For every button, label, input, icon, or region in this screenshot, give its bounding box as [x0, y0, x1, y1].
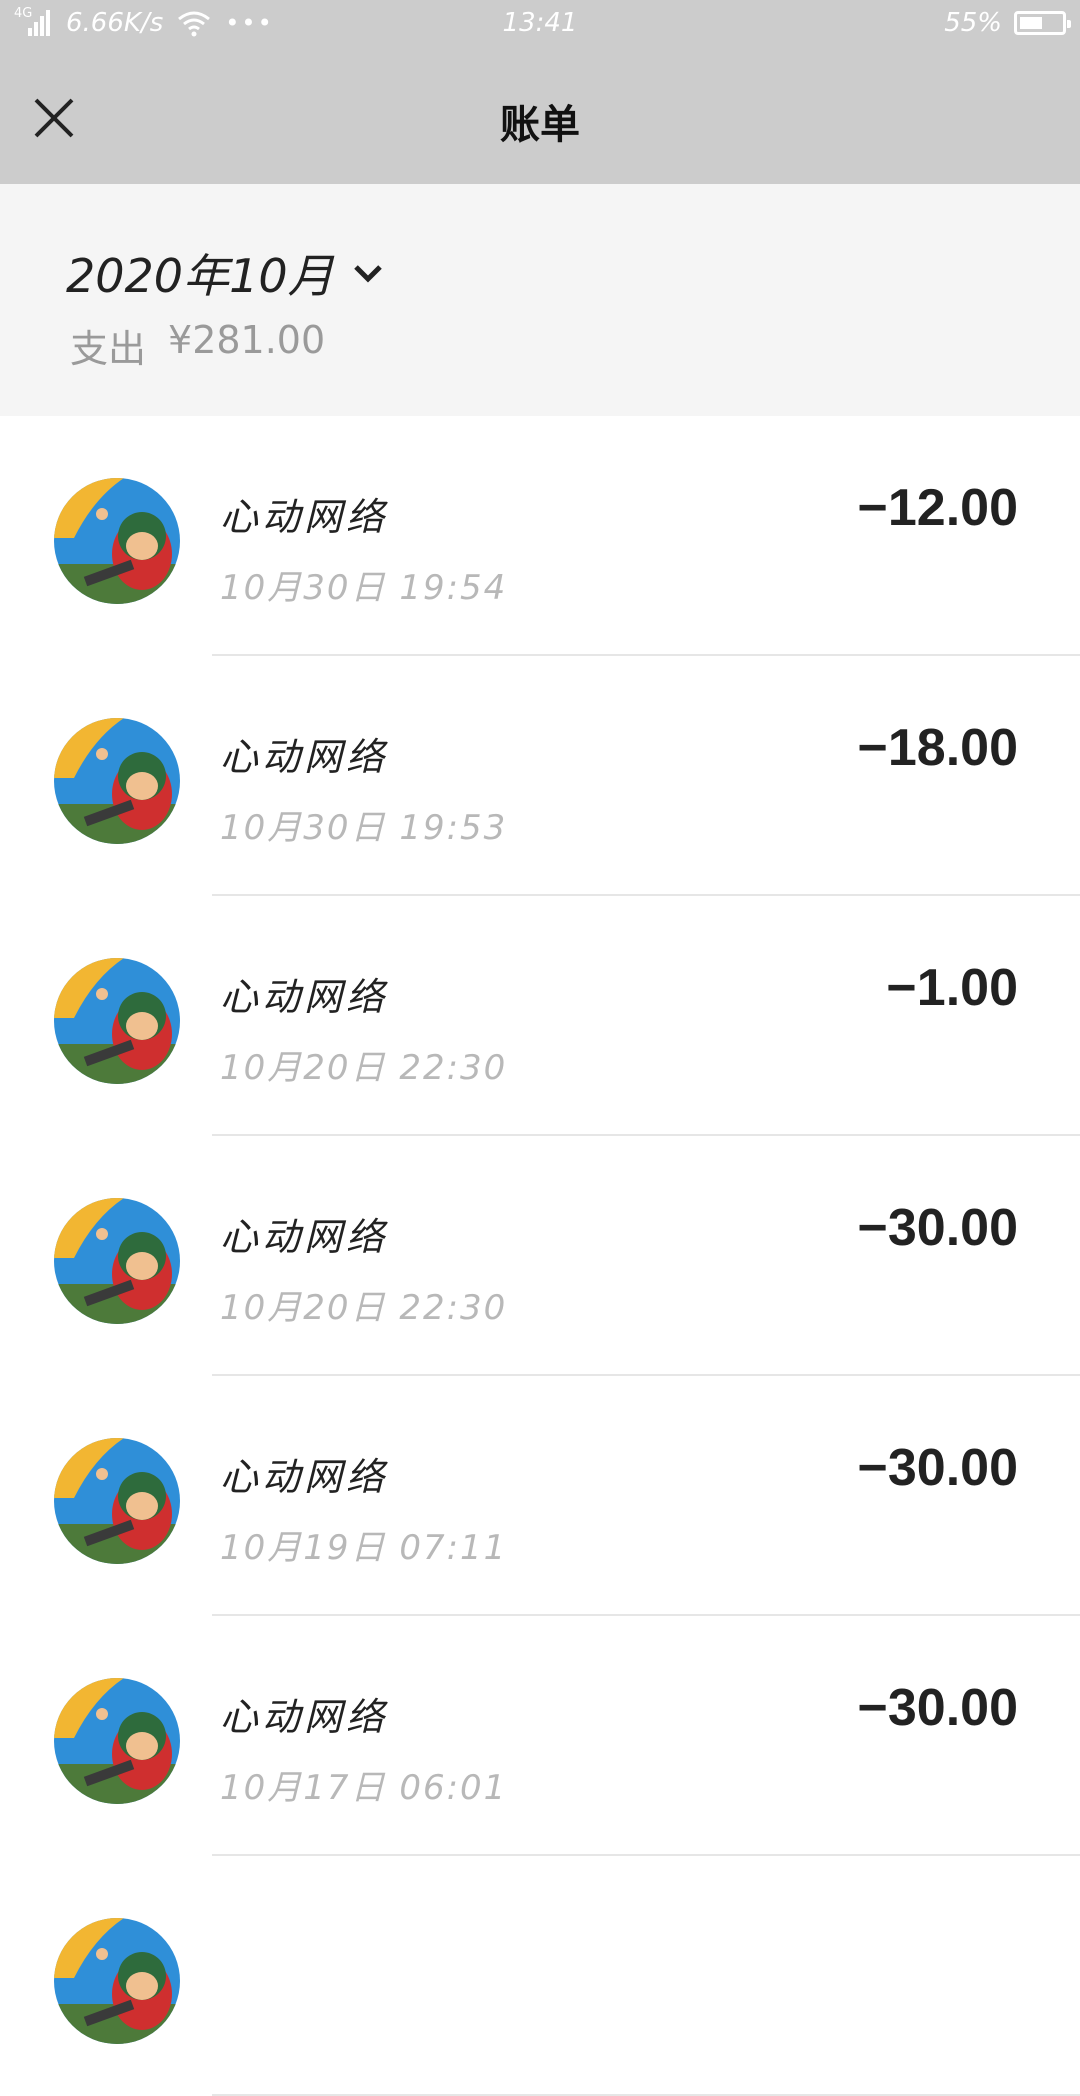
- transaction-row[interactable]: 心动网络 10月17日 06:01 −30.00: [0, 1616, 1080, 1856]
- merchant-name: 心动网络: [220, 1215, 389, 1259]
- nav-bar: 账单: [0, 52, 1080, 184]
- page-title: 账单: [500, 102, 580, 148]
- transaction-row[interactable]: 心动网络 10月20日 22:30 −30.00: [0, 1136, 1080, 1376]
- status-bar: 4G 6.66K/s ••• 13:41 55%: [0, 0, 1080, 52]
- transaction-datetime: 10月20日 22:30: [220, 1048, 508, 1088]
- battery-fill: [1020, 17, 1042, 29]
- battery-percent: 55%: [944, 8, 1002, 38]
- transaction-amount: −18.00: [857, 719, 1019, 777]
- chevron-down-icon: [353, 265, 382, 283]
- spending-summary: 支出 ¥281.00: [70, 318, 325, 373]
- transaction-list: 心动网络 10月30日 19:54 −12.00 心动网络 10月30日 19:53 −…: [0, 416, 1080, 2096]
- merchant-name: 心动网络: [220, 495, 389, 539]
- transaction-amount: −30.00: [857, 1439, 1019, 1497]
- transaction-amount: −30.00: [857, 1679, 1019, 1737]
- transaction-row[interactable]: 心动网络 10月19日 07:11 −30.00: [0, 1376, 1080, 1616]
- transaction-datetime: 10月19日 07:11: [220, 1528, 508, 1568]
- transaction-row[interactable]: 心动网络 10月30日 19:54 −12.00: [0, 416, 1080, 656]
- battery-icon: [1014, 11, 1071, 35]
- merchant-name: 心动网络: [220, 735, 389, 779]
- month-label: 2020年10月: [66, 249, 334, 303]
- transaction-row[interactable]: [0, 1856, 1080, 2096]
- spending-label: 支出: [70, 327, 147, 371]
- merchant-name: 心动网络: [220, 1455, 389, 1499]
- status-right: 55%: [944, 8, 1071, 38]
- transaction-datetime: 10月17日 06:01: [220, 1768, 508, 1808]
- month-summary: 2020年10月 支出 ¥281.00: [0, 184, 1080, 416]
- month-selector[interactable]: 2020年10月: [66, 240, 386, 306]
- merchant-name: 心动网络: [220, 1695, 389, 1739]
- transaction-datetime: 10月20日 22:30: [220, 1288, 508, 1328]
- transaction-amount: −12.00: [857, 479, 1019, 537]
- transaction-datetime: 10月30日 19:54: [220, 568, 508, 608]
- clock: 13:41: [502, 8, 578, 38]
- transaction-datetime: 10月30日 19:53: [220, 808, 508, 848]
- merchant-avatar: [54, 1198, 180, 1324]
- merchant-name: 心动网络: [220, 975, 389, 1019]
- merchant-avatar: [54, 1918, 180, 2044]
- merchant-avatar: [54, 478, 180, 604]
- merchant-avatar: [54, 1438, 180, 1564]
- merchant-avatar: [54, 958, 180, 1084]
- spending-amount: ¥281.00: [168, 318, 326, 362]
- transaction-amount: −30.00: [857, 1199, 1019, 1257]
- transaction-row[interactable]: 心动网络 10月30日 19:53 −18.00: [0, 656, 1080, 896]
- transaction-row[interactable]: 心动网络 10月20日 22:30 −1.00: [0, 896, 1080, 1136]
- merchant-avatar: [54, 718, 180, 844]
- transaction-amount: −1.00: [886, 959, 1018, 1017]
- merchant-avatar: [54, 1678, 180, 1804]
